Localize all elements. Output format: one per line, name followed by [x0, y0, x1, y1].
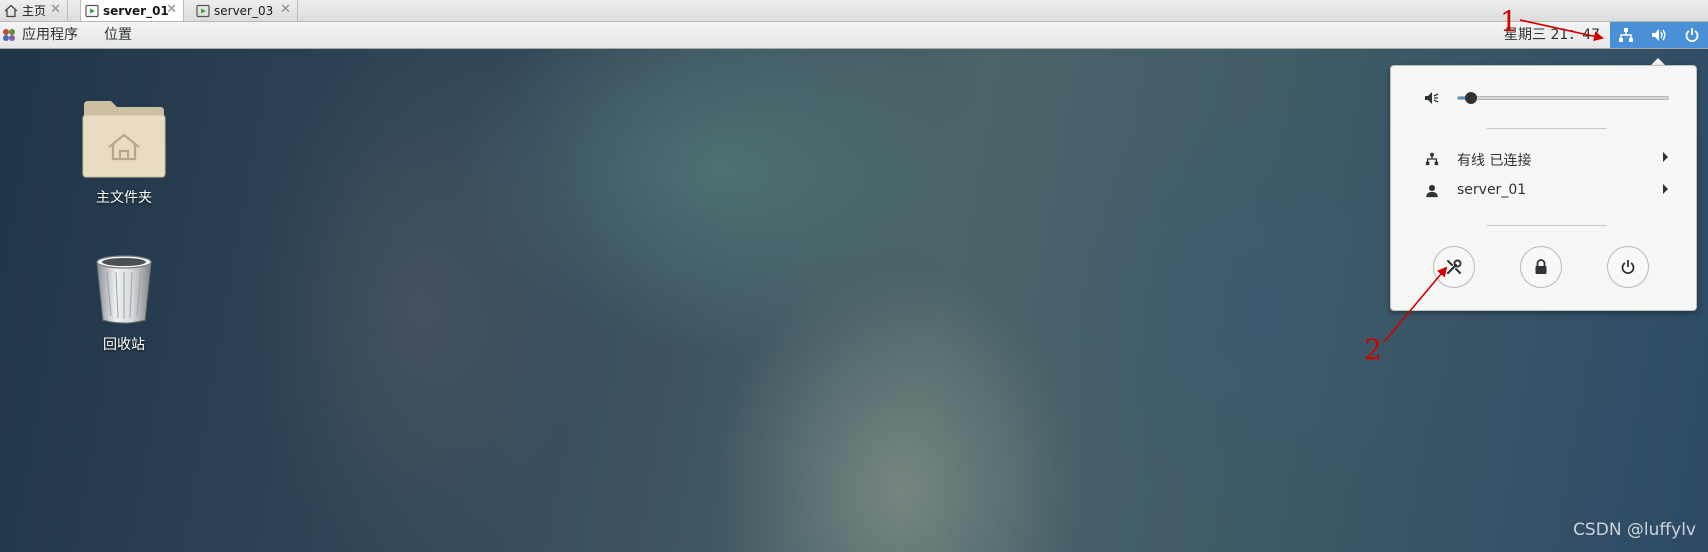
- gnome-top-bar: 应用程序 位置 星期三 21：47: [0, 22, 1708, 49]
- vm-tab-bar: 主页 ✕ server_01 ✕ server_03 ✕: [0, 0, 1708, 22]
- tab-label: 主页: [22, 4, 47, 18]
- close-icon[interactable]: ✕: [50, 2, 61, 17]
- separator: [1487, 225, 1607, 226]
- tab-label: server_03: [214, 3, 274, 18]
- power-off-icon: [1621, 260, 1635, 274]
- power-off-button[interactable]: [1607, 246, 1649, 288]
- close-icon[interactable]: ✕: [280, 2, 291, 17]
- volume-row: [1391, 66, 1696, 116]
- tab-server-01[interactable]: server_01 ✕: [80, 0, 184, 21]
- home-folder-icon: [82, 101, 166, 178]
- volume-slider[interactable]: [1457, 92, 1669, 104]
- desktop-icon-home-folder[interactable]: 主文件夹: [69, 97, 179, 207]
- tab-home[interactable]: 主页 ✕: [0, 0, 68, 21]
- desktop-icon-label: 主文件夹: [96, 190, 152, 206]
- settings-button[interactable]: [1433, 246, 1475, 288]
- power-icon: [1685, 28, 1699, 42]
- volume-low-icon: [1425, 92, 1439, 104]
- system-status-area[interactable]: [1610, 22, 1708, 48]
- annotation-number-1: 1: [1500, 5, 1518, 38]
- submenu-arrow-icon: [1663, 184, 1668, 194]
- csdn-watermark: CSDN @luffylv: [1573, 520, 1696, 540]
- user-name-label: server_01: [1457, 182, 1527, 198]
- tab-server-03[interactable]: server_03 ✕: [192, 0, 298, 21]
- vm-icon: [85, 4, 99, 17]
- lock-icon: [1535, 259, 1547, 274]
- desktop-icon-label: 回收站: [103, 337, 145, 353]
- annotation-number-2: 2: [1364, 333, 1382, 366]
- applications-menu-icon: [3, 29, 15, 41]
- submenu-arrow-icon: [1663, 152, 1668, 162]
- network-wired-icon: [1619, 28, 1634, 42]
- user-icon: [1426, 184, 1438, 198]
- network-status-label: 有线 已连接: [1457, 153, 1532, 169]
- volume-slider-handle[interactable]: [1464, 92, 1477, 104]
- trash-icon: [96, 255, 152, 324]
- separator: [1487, 128, 1607, 129]
- close-icon[interactable]: ✕: [166, 2, 177, 17]
- tab-label: server_01: [103, 3, 169, 18]
- vm-icon: [196, 4, 210, 17]
- system-menu-popover: 有线 已连接 server_01: [1390, 65, 1697, 311]
- desktop-icon-trash[interactable]: 回收站: [69, 252, 179, 354]
- network-row[interactable]: 有线 已连接: [1391, 144, 1696, 174]
- clock[interactable]: 星期三 21：47: [1504, 22, 1600, 48]
- places-menu[interactable]: 位置: [104, 22, 132, 48]
- settings-icon: [1446, 259, 1462, 275]
- network-wired-icon: [1425, 152, 1439, 166]
- volume-icon: [1651, 29, 1666, 41]
- applications-menu[interactable]: 应用程序: [22, 22, 78, 48]
- lock-button[interactable]: [1520, 246, 1562, 288]
- user-row[interactable]: server_01: [1391, 176, 1696, 206]
- home-icon: [4, 4, 18, 17]
